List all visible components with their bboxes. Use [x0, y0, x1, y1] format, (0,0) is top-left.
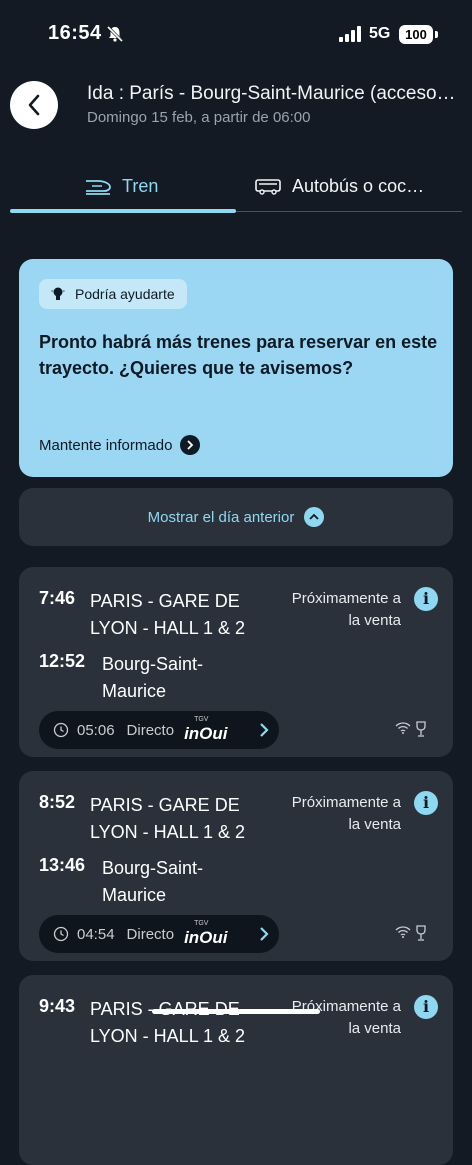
chevron-right-icon — [260, 927, 269, 941]
show-previous-day-button[interactable]: Mostrar el día anterior — [19, 488, 453, 546]
tgv-inoui-logo: TGV inOui — [184, 920, 228, 947]
tip-chip-label: Podría ayudarte — [75, 286, 175, 302]
journey-details-button[interactable]: 04:54 Directo TGV inOui — [39, 915, 279, 953]
bar-glass-icon — [416, 925, 426, 941]
tgv-inoui-logo: TGV inOui — [184, 716, 228, 743]
tip-chip: Podría ayudarte — [39, 279, 187, 309]
active-tab-indicator — [10, 209, 236, 213]
departure-time: 9:43 — [39, 996, 76, 1016]
battery-icon: 100 — [399, 25, 433, 44]
home-indicator[interactable] — [152, 1009, 320, 1014]
clock-icon — [53, 926, 69, 942]
tab-train-label: Tren — [122, 175, 159, 196]
arrival-station: Bourg-Saint-Maurice — [102, 858, 204, 905]
train-icon — [86, 180, 111, 195]
promo-message: Pronto habrá más trenes para reservar en… — [39, 332, 438, 378]
bar-glass-icon — [416, 721, 426, 737]
bus-icon — [255, 179, 281, 195]
journey-card[interactable]: 9:43 PARIS - GARE DE LYON - HALL 1 & 2 P… — [19, 975, 453, 1165]
chevron-right-icon — [260, 723, 269, 737]
journey-type: Directo — [126, 721, 175, 739]
arrival-station: Bourg-Saint-Maurice — [102, 654, 204, 701]
network-label: 5G — [369, 25, 391, 42]
departure-station: PARIS - GARE DE LYON - HALL 1 & 2 — [90, 591, 246, 638]
page-title: Ida : París - Bourg-Saint-Maurice (acces… — [87, 83, 457, 104]
show-previous-day-label: Mostrar el día anterior — [147, 508, 295, 526]
lightbulb-icon — [51, 287, 65, 300]
sale-status: Próximamente a la venta — [291, 590, 401, 629]
departure-station: PARIS - GARE DE LYON - HALL 1 & 2 — [90, 999, 246, 1046]
journey-details-button[interactable]: 05:06 Directo TGV inOui — [39, 711, 279, 749]
departure-time: 8:52 — [39, 792, 76, 812]
stay-informed-label: Mantente informado — [39, 436, 173, 454]
journey-type: Directo — [126, 925, 175, 943]
clock-icon — [53, 722, 69, 738]
departure-time: 7:46 — [39, 588, 76, 608]
chevron-left-icon — [28, 94, 40, 116]
header: Ida : París - Bourg-Saint-Maurice (acces… — [0, 70, 472, 142]
battery-tip — [435, 31, 438, 38]
duration: 05:06 — [77, 721, 115, 739]
stay-informed-link[interactable]: Mantente informado — [39, 435, 201, 455]
arrival-time: 13:46 — [39, 855, 86, 875]
departure-station: PARIS - GARE DE LYON - HALL 1 & 2 — [90, 795, 246, 842]
tab-bus-label: Autobús o coc… — [292, 175, 425, 196]
sale-status: Próximamente a la venta — [291, 998, 401, 1037]
chevron-up-icon — [304, 507, 325, 527]
notify-promo-card: Podría ayudarte Pronto habrá más trenes … — [19, 259, 453, 477]
amenities — [395, 925, 427, 941]
signal-icon — [339, 26, 361, 42]
wifi-icon — [395, 926, 411, 938]
status-bar: 16:54 5G 100 — [0, 0, 472, 64]
page-subtitle: Domingo 15 feb, a partir de 06:00 — [87, 109, 311, 126]
sale-status: Próximamente a la venta — [291, 794, 401, 833]
duration: 04:54 — [77, 925, 115, 943]
journey-card[interactable]: 7:46 PARIS - GARE DE LYON - HALL 1 & 2 1… — [19, 567, 453, 757]
info-icon[interactable]: i — [414, 995, 438, 1019]
back-button[interactable] — [10, 81, 58, 129]
transport-tabs: Tren Autobús o coc… — [10, 160, 462, 216]
status-time: 16:54 — [48, 22, 102, 44]
wifi-icon — [395, 722, 411, 734]
arrival-time: 12:52 — [39, 651, 86, 671]
tab-bus[interactable]: Autobús o coc… — [254, 160, 424, 212]
journey-card[interactable]: 8:52 PARIS - GARE DE LYON - HALL 1 & 2 1… — [19, 771, 453, 961]
bell-muted-icon — [106, 25, 124, 43]
amenities — [395, 721, 427, 737]
arrow-right-icon — [180, 435, 201, 455]
info-icon[interactable]: i — [414, 587, 438, 611]
info-icon[interactable]: i — [414, 791, 438, 815]
tab-train[interactable]: Tren — [84, 160, 158, 212]
